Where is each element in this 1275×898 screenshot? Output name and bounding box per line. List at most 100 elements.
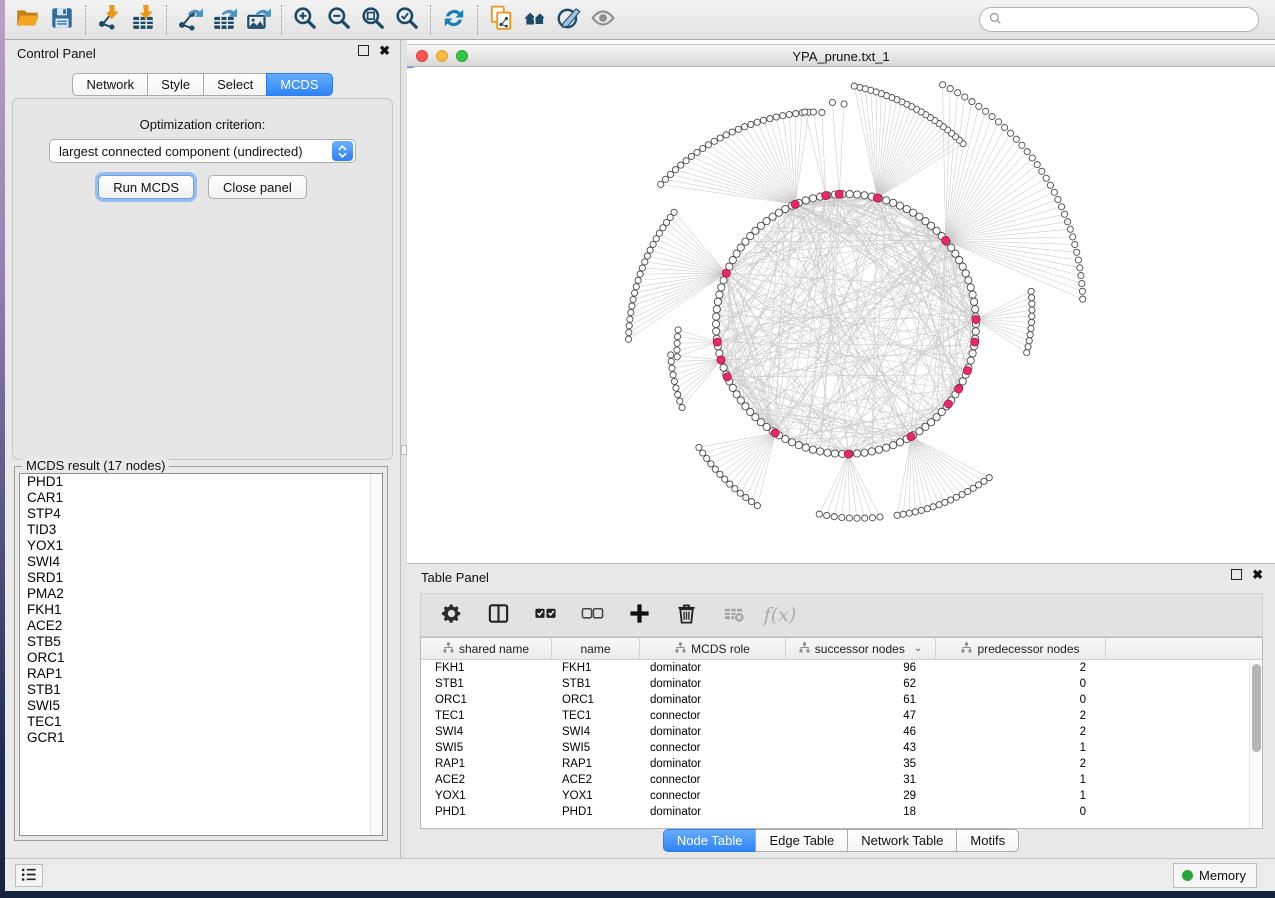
tab-network-table[interactable]: Network Table (847, 829, 957, 852)
mcds-result-item[interactable]: PHD1 (20, 474, 382, 490)
table-row[interactable]: YOX1YOX1connector291 (421, 788, 1262, 804)
table-row[interactable]: SWI5SWI5connector431 (421, 740, 1262, 756)
tab-network[interactable]: Network (72, 73, 148, 96)
format-columns-button[interactable] (486, 603, 510, 627)
mcds-result-item[interactable]: SRD1 (20, 570, 382, 586)
apply-layout-button[interactable] (437, 4, 471, 36)
mcds-result-item[interactable]: ACE2 (20, 618, 382, 634)
memory-label: Memory (1199, 868, 1246, 883)
export-table-icon (211, 5, 237, 34)
table-scrollbar[interactable] (1249, 660, 1262, 828)
clone-network-button[interactable] (484, 4, 518, 36)
export-network-button[interactable] (173, 4, 207, 36)
zoom-fit-button[interactable] (356, 4, 390, 36)
zoom-out-button[interactable] (322, 4, 356, 36)
table-row[interactable]: PHD1PHD1dominator180 (421, 804, 1262, 820)
close-table-panel-icon[interactable]: ✖ (1252, 569, 1263, 580)
clone-network-icon (488, 5, 514, 34)
export-image-button[interactable] (241, 4, 275, 36)
cell: 35 (786, 758, 936, 770)
delete-columns-button[interactable] (674, 603, 698, 627)
mcds-result-item[interactable]: TEC1 (20, 714, 382, 730)
mcds-result-item[interactable]: STB5 (20, 634, 382, 650)
memory-button[interactable]: Memory (1173, 863, 1257, 888)
float-panel-icon[interactable] (358, 45, 369, 56)
close-panel-button[interactable]: Close panel (208, 175, 307, 199)
table-scrollbar-thumb[interactable] (1252, 664, 1261, 752)
status-bar: Memory (5, 858, 1275, 891)
column-header-successor-nodes[interactable]: successor nodes⌄ (786, 638, 936, 659)
cell: 1 (936, 790, 1106, 802)
select-all-rows-icon (534, 602, 557, 628)
cell: ORC1 (552, 694, 640, 706)
tab-mcds[interactable]: MCDS (266, 73, 332, 96)
mcds-result-item[interactable]: STB1 (20, 682, 382, 698)
mcds-result-item[interactable]: PMA2 (20, 586, 382, 602)
network-graph[interactable] (407, 68, 1275, 562)
tab-motifs[interactable]: Motifs (956, 829, 1019, 852)
toolbar-separator (85, 5, 86, 35)
table-panel-title: Table Panel (421, 570, 489, 585)
mcds-result-item[interactable]: CAR1 (20, 490, 382, 506)
show-all-button[interactable] (518, 4, 552, 36)
mcds-result-item[interactable]: SWI5 (20, 698, 382, 714)
cell: 29 (786, 790, 936, 802)
mcds-result-item[interactable]: FKH1 (20, 602, 382, 618)
column-header-shared-name[interactable]: shared name (421, 638, 552, 659)
tab-style[interactable]: Style (147, 73, 204, 96)
optimization-criterion-select[interactable]: largest connected component (undirected) (49, 139, 356, 163)
network-canvas[interactable] (407, 68, 1275, 563)
zoom-selected-button[interactable] (390, 4, 424, 36)
table-row[interactable]: ACE2ACE2connector311 (421, 772, 1262, 788)
add-column-button[interactable] (627, 603, 651, 627)
table-row[interactable]: ORC1ORC1dominator610 (421, 692, 1262, 708)
cell: dominator (640, 694, 786, 706)
cell: connector (640, 742, 786, 754)
mcds-result-item[interactable]: YOX1 (20, 538, 382, 554)
mcds-result-group: MCDS result (17 nodes) PHD1CAR1STP4TID3Y… (14, 466, 388, 841)
mcds-result-item[interactable]: ORC1 (20, 650, 382, 666)
mcds-result-item[interactable]: TID3 (20, 522, 382, 538)
search-box[interactable] (979, 7, 1259, 32)
import-table-button[interactable] (126, 4, 160, 36)
import-network-button[interactable] (92, 4, 126, 36)
tab-node-table[interactable]: Node Table (663, 829, 757, 852)
toggle-graphics-details-button[interactable] (552, 4, 586, 36)
save-session-button[interactable] (45, 4, 79, 36)
zoom-in-button[interactable] (288, 4, 322, 36)
tab-select[interactable]: Select (203, 73, 267, 96)
table-row[interactable]: TEC1TEC1connector472 (421, 708, 1262, 724)
table-settings-button[interactable] (439, 603, 463, 627)
column-header-name[interactable]: name (552, 638, 640, 659)
mcds-result-item[interactable]: STP4 (20, 506, 382, 522)
table-row[interactable]: FKH1FKH1dominator962 (421, 660, 1262, 676)
column-header-MCDS-role[interactable]: MCDS role (640, 638, 786, 659)
cell: RAP1 (552, 758, 640, 770)
toolbar-separator (477, 5, 478, 35)
select-all-rows-button[interactable] (533, 603, 557, 627)
mcds-result-list[interactable]: PHD1CAR1STP4TID3YOX1SWI4SRD1PMA2FKH1ACE2… (19, 473, 383, 836)
show-hidden-button[interactable] (586, 4, 620, 36)
tab-edge-table[interactable]: Edge Table (755, 829, 848, 852)
show-all-icon (522, 5, 548, 34)
mcds-result-item[interactable]: SWI4 (20, 554, 382, 570)
search-input[interactable] (1003, 10, 1258, 30)
export-table-button[interactable] (207, 4, 241, 36)
table-row[interactable]: RAP1RAP1dominator352 (421, 756, 1262, 772)
task-history-button[interactable] (15, 864, 43, 887)
deselect-all-rows-button[interactable] (580, 603, 604, 627)
run-mcds-button[interactable]: Run MCDS (98, 175, 194, 199)
cell: 46 (786, 726, 936, 738)
close-panel-icon[interactable]: ✖ (379, 45, 390, 56)
open-file-button[interactable] (11, 4, 45, 36)
float-table-panel-icon[interactable] (1231, 569, 1242, 580)
attribute-tree-icon (675, 642, 686, 656)
table-row[interactable]: SWI4SWI4dominator462 (421, 724, 1262, 740)
mcds-result-item[interactable]: GCR1 (20, 730, 382, 746)
result-list-scrollbar[interactable] (370, 474, 382, 835)
toolbar-separator (281, 5, 282, 35)
cell: FKH1 (421, 662, 552, 674)
table-row[interactable]: STB1STB1dominator620 (421, 676, 1262, 692)
mcds-result-item[interactable]: RAP1 (20, 666, 382, 682)
column-header-predecessor-nodes[interactable]: predecessor nodes (936, 638, 1106, 659)
